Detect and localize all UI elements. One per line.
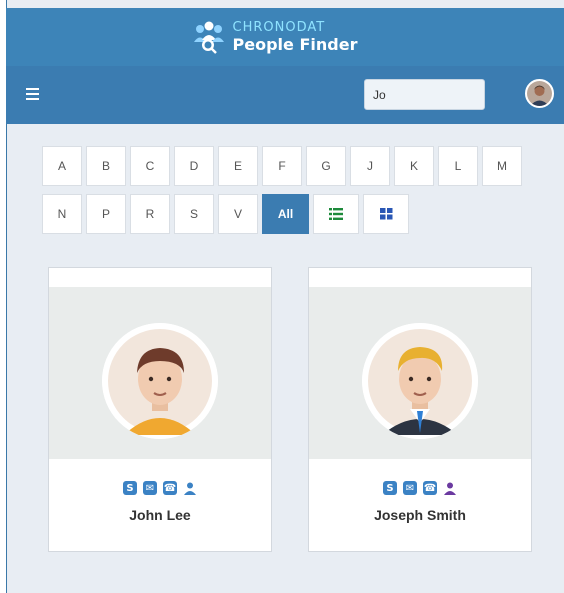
letter-v[interactable]: V <box>218 194 258 234</box>
user-avatar[interactable] <box>525 79 554 108</box>
nav-bar <box>6 66 564 124</box>
profile-icon[interactable] <box>183 481 197 495</box>
list-view-button[interactable] <box>313 194 359 234</box>
letter-d[interactable]: D <box>174 146 214 186</box>
grid-icon <box>379 208 392 220</box>
list-icon <box>329 208 343 220</box>
letter-g[interactable]: G <box>306 146 346 186</box>
person-photo <box>102 323 218 439</box>
skype-icon[interactable]: S <box>123 481 137 495</box>
grid-view-button[interactable] <box>363 194 409 234</box>
contact-icons: S ✉ ☎ <box>49 481 271 495</box>
letter-row-1: A B C D E F G J K L M <box>42 146 542 186</box>
letter-a[interactable]: A <box>42 146 82 186</box>
brand-top-label: CHRONODAT <box>232 20 326 35</box>
letter-filter: A B C D E F G J K L M N P R S V All <box>42 146 542 242</box>
profile-icon[interactable] <box>443 481 457 495</box>
brand-header: CHRONODAT People Finder <box>6 8 564 66</box>
letter-s[interactable]: S <box>174 194 214 234</box>
skype-icon[interactable]: S <box>383 481 397 495</box>
letter-k[interactable]: K <box>394 146 434 186</box>
brand-title: People Finder <box>232 35 358 54</box>
phone-icon[interactable]: ☎ <box>163 481 177 495</box>
person-card[interactable]: S ✉ ☎ John Lee <box>48 267 272 552</box>
photo-area <box>49 287 271 459</box>
letter-e[interactable]: E <box>218 146 258 186</box>
letter-m[interactable]: M <box>482 146 522 186</box>
hamburger-icon[interactable] <box>26 88 39 100</box>
all-letters-button[interactable]: All <box>262 194 309 234</box>
search-input[interactable] <box>364 79 485 110</box>
letter-j[interactable]: J <box>350 146 390 186</box>
photo-area <box>309 287 531 459</box>
person-photo <box>362 323 478 439</box>
letter-n[interactable]: N <box>42 194 82 234</box>
contact-icons: S ✉ ☎ <box>309 481 531 495</box>
email-icon[interactable]: ✉ <box>403 481 417 495</box>
letter-l[interactable]: L <box>438 146 478 186</box>
letter-row-2: N P R S V All <box>42 194 542 234</box>
letter-b[interactable]: B <box>86 146 126 186</box>
email-icon[interactable]: ✉ <box>143 481 157 495</box>
letter-r[interactable]: R <box>130 194 170 234</box>
letter-f[interactable]: F <box>262 146 302 186</box>
person-card[interactable]: S ✉ ☎ Joseph Smith <box>308 267 532 552</box>
people-logo-icon <box>191 20 227 54</box>
person-name[interactable]: John Lee <box>49 507 271 523</box>
letter-c[interactable]: C <box>130 146 170 186</box>
letter-p[interactable]: P <box>86 194 126 234</box>
phone-icon[interactable]: ☎ <box>423 481 437 495</box>
person-name[interactable]: Joseph Smith <box>309 507 531 523</box>
brand: CHRONODAT People Finder <box>191 20 358 54</box>
